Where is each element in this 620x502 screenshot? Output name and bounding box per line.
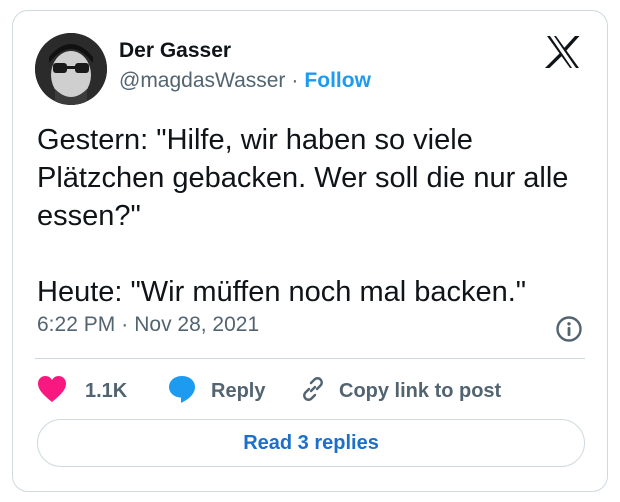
copy-link-button[interactable]: Copy link to post — [299, 371, 501, 411]
author-display-name[interactable]: Der Gasser — [119, 39, 231, 63]
tweet-text-line: Heute: "Wir müffen noch mal backen." — [37, 276, 527, 308]
speech-bubble-icon — [167, 374, 197, 409]
like-count: 1.1K — [85, 379, 128, 402]
reply-label: Reply — [211, 379, 266, 402]
tweet-text-line: Gestern: "Hilfe, wir haben so viele — [37, 124, 473, 156]
timestamp-separator: · — [121, 313, 129, 336]
heart-icon — [37, 375, 67, 408]
avatar[interactable] — [35, 33, 107, 105]
tweet-date: Nov 28, 2021 — [134, 313, 260, 336]
copy-link-label: Copy link to post — [339, 379, 502, 402]
read-replies-button[interactable]: Read 3 replies — [37, 419, 585, 467]
tweet-text: Gestern: "Hilfe, wir haben so viele Plät… — [37, 121, 597, 311]
author-handle-row: @magdasWasser · Follow — [119, 69, 371, 93]
tweet-text-line: essen?" — [37, 200, 141, 232]
like-button[interactable]: 1.1K — [37, 371, 127, 411]
reply-button[interactable]: Reply — [167, 371, 265, 411]
timestamp-row[interactable]: 6:22 PM · Nov 28, 2021 — [37, 313, 259, 337]
tweet-time: 6:22 PM — [37, 313, 116, 336]
author-handle[interactable]: @magdasWasser — [119, 69, 285, 92]
info-icon[interactable] — [555, 315, 583, 343]
follow-button[interactable]: Follow — [304, 69, 371, 92]
x-logo-icon[interactable] — [545, 35, 581, 69]
tweet-card: Der Gasser @magdasWasser · Follow Gestern:… — [12, 10, 608, 492]
link-icon — [299, 375, 327, 408]
divider — [35, 358, 585, 359]
handle-separator: · — [291, 69, 299, 92]
tweet-text-line: Plätzchen gebacken. Wer soll die nur all… — [37, 162, 569, 194]
